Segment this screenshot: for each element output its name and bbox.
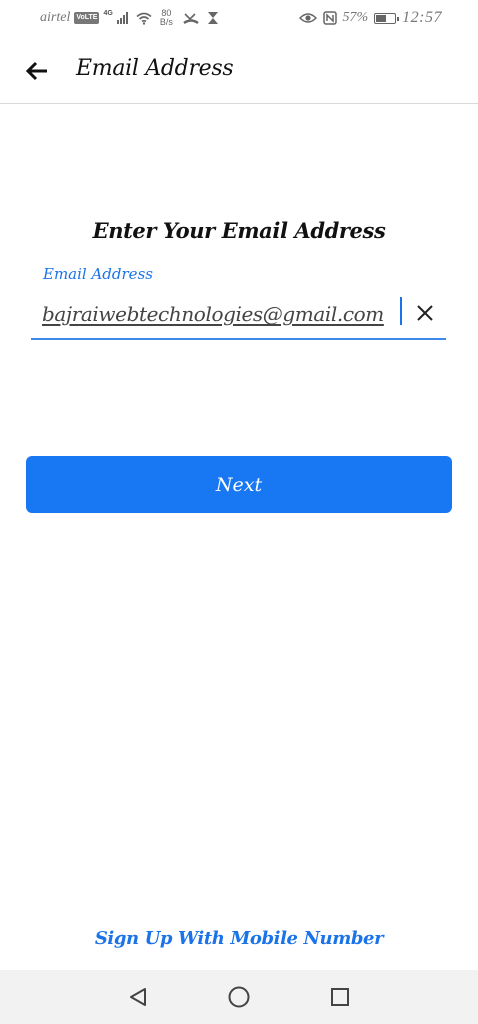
status-right: 57% 12:57 xyxy=(298,9,443,27)
back-button[interactable] xyxy=(22,56,52,86)
missed-call-icon xyxy=(183,13,199,25)
battery-icon xyxy=(374,12,400,24)
email-field-underline xyxy=(31,338,446,340)
form-heading: Enter Your Email Address xyxy=(92,218,386,243)
nav-recents-button[interactable] xyxy=(326,983,354,1011)
text-caret xyxy=(400,297,402,325)
status-bar: airtel VoLTE 4G 80 B/s 57% 12:57 xyxy=(0,0,478,36)
wifi-icon xyxy=(136,12,152,25)
signal-icon xyxy=(116,12,128,24)
network-speed: 80 B/s xyxy=(160,9,173,27)
page-title: Email Address xyxy=(76,56,234,81)
volte-badge: VoLTE xyxy=(74,12,100,24)
eye-comfort-icon xyxy=(298,13,317,23)
close-icon xyxy=(417,305,433,321)
circle-home-icon xyxy=(228,986,250,1008)
arrow-left-icon xyxy=(25,61,47,81)
system-nav-bar xyxy=(0,970,478,1024)
email-field-label: Email Address xyxy=(43,265,153,283)
nav-back-button[interactable] xyxy=(124,983,152,1011)
email-screen: airtel VoLTE 4G 80 B/s 57% 12:57 Email A… xyxy=(0,0,478,1024)
network-type: 4G xyxy=(103,9,113,17)
next-button[interactable]: Next xyxy=(26,456,452,513)
email-field[interactable] xyxy=(33,290,399,338)
signup-mobile-link[interactable]: Sign Up With Mobile Number xyxy=(0,928,478,949)
battery-percent: 57% xyxy=(342,10,369,25)
hourglass-icon xyxy=(207,12,218,24)
nav-home-button[interactable] xyxy=(225,983,253,1011)
square-recents-icon xyxy=(331,988,349,1006)
status-time: 12:57 xyxy=(402,9,442,26)
carrier-name: airtel xyxy=(40,10,71,25)
app-bar: Email Address xyxy=(0,36,478,104)
status-left: airtel VoLTE 4G 80 B/s xyxy=(40,9,219,27)
speed-unit: B/s xyxy=(159,17,173,27)
nfc-icon xyxy=(322,11,337,25)
triangle-back-icon xyxy=(130,988,146,1006)
clear-input-button[interactable] xyxy=(412,300,438,326)
